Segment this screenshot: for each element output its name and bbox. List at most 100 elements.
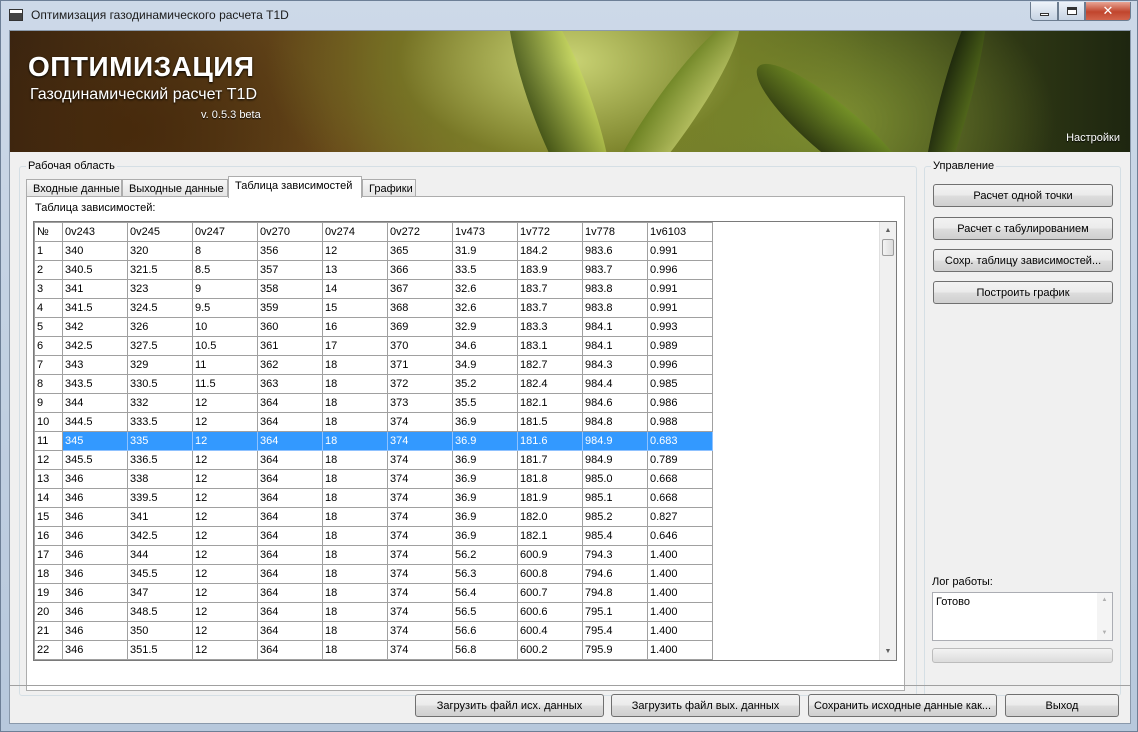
table-cell[interactable]: 0.986 [647, 393, 713, 413]
table-cell[interactable]: 9 [192, 279, 258, 299]
table-cell[interactable]: 983.8 [582, 279, 648, 299]
table-cell[interactable]: 36.9 [452, 412, 518, 432]
table-cell[interactable]: 18 [322, 374, 388, 394]
table-cell[interactable]: 0.683 [647, 431, 713, 451]
table-cell[interactable]: 364 [257, 564, 323, 584]
table-cell[interactable]: 600.8 [517, 564, 583, 584]
exit-button[interactable]: Выход [1005, 694, 1119, 717]
table-cell[interactable]: 12 [192, 602, 258, 622]
table-cell[interactable]: 18 [322, 583, 388, 603]
table-cell[interactable]: 183.1 [517, 336, 583, 356]
table-cell[interactable]: 985.0 [582, 469, 648, 489]
table-cell[interactable]: 0.789 [647, 450, 713, 470]
table-row[interactable]: 12 345.5 336.5 12 364 18 374 36.9 181.7 984.9 0.78… [34, 450, 713, 470]
table-cell[interactable]: 12 [192, 488, 258, 508]
table-cell[interactable]: 338 [127, 469, 193, 489]
row-number-cell[interactable]: 15 [34, 507, 63, 527]
table-cell[interactable]: 8.5 [192, 260, 258, 280]
column-header[interactable]: 0v245 [127, 222, 193, 242]
table-cell[interactable]: 346 [62, 469, 128, 489]
table-cell[interactable]: 56.3 [452, 564, 518, 584]
row-number-cell[interactable]: 8 [34, 374, 63, 394]
table-cell[interactable]: 345.5 [127, 564, 193, 584]
table-cell[interactable]: 983.6 [582, 241, 648, 261]
table-cell[interactable]: 347 [127, 583, 193, 603]
row-number-cell[interactable]: 16 [34, 526, 63, 546]
table-row[interactable]: 3 341 323 9 358 14 367 32.6 183.7 983.8 0.991 [34, 279, 713, 299]
table-cell[interactable]: 1.400 [647, 583, 713, 603]
dependency-grid[interactable]: № 0v243 0v245 0v247 0v270 0v274 0v272 1v473 1v77… [33, 221, 897, 661]
table-cell[interactable]: 374 [387, 450, 453, 470]
load-input-file-button[interactable]: Загрузить файл исх. данных [415, 694, 604, 717]
table-cell[interactable]: 1.400 [647, 640, 713, 660]
vertical-scrollbar[interactable]: ▲ ▼ [879, 222, 896, 660]
table-cell[interactable]: 12 [192, 507, 258, 527]
table-cell[interactable]: 600.4 [517, 621, 583, 641]
table-cell[interactable]: 346 [62, 488, 128, 508]
log-textbox[interactable]: Готово ▲ ▼ [932, 592, 1113, 641]
table-cell[interactable]: 364 [257, 545, 323, 565]
table-cell[interactable]: 374 [387, 545, 453, 565]
table-cell[interactable]: 348.5 [127, 602, 193, 622]
table-cell[interactable]: 0.996 [647, 355, 713, 375]
table-cell[interactable]: 346 [62, 602, 128, 622]
table-cell[interactable]: 795.4 [582, 621, 648, 641]
table-cell[interactable]: 343 [62, 355, 128, 375]
log-scroll-down-icon[interactable]: ▼ [1097, 626, 1112, 640]
table-cell[interactable]: 183.9 [517, 260, 583, 280]
table-cell[interactable]: 346 [62, 545, 128, 565]
table-cell[interactable]: 363 [257, 374, 323, 394]
table-cell[interactable]: 0.985 [647, 374, 713, 394]
save-table-button[interactable]: Сохр. таблицу зависимостей... [933, 249, 1113, 272]
table-cell[interactable]: 372 [387, 374, 453, 394]
table-cell[interactable]: 374 [387, 412, 453, 432]
table-cell[interactable]: 343.5 [62, 374, 128, 394]
column-header-number[interactable]: № [34, 222, 63, 242]
table-cell[interactable]: 12 [192, 583, 258, 603]
table-cell[interactable]: 18 [322, 545, 388, 565]
table-cell[interactable]: 1.400 [647, 545, 713, 565]
table-row[interactable]: 21 346 350 12 364 18 374 56.6 600.4 795.4 1.400 [34, 621, 713, 641]
table-cell[interactable]: 374 [387, 507, 453, 527]
row-number-cell[interactable]: 20 [34, 602, 63, 622]
table-cell[interactable]: 14 [322, 279, 388, 299]
table-cell[interactable]: 374 [387, 564, 453, 584]
table-cell[interactable]: 32.9 [452, 317, 518, 337]
table-cell[interactable]: 1.400 [647, 621, 713, 641]
table-cell[interactable]: 12 [192, 621, 258, 641]
scroll-thumb[interactable] [882, 239, 894, 256]
table-cell[interactable]: 12 [192, 469, 258, 489]
table-cell[interactable]: 0.827 [647, 507, 713, 527]
row-number-cell[interactable]: 10 [34, 412, 63, 432]
table-cell[interactable]: 371 [387, 355, 453, 375]
table-cell[interactable]: 15 [322, 298, 388, 318]
table-cell[interactable]: 364 [257, 621, 323, 641]
table-cell[interactable]: 362 [257, 355, 323, 375]
table-cell[interactable]: 12 [192, 412, 258, 432]
table-cell[interactable]: 364 [257, 412, 323, 432]
table-cell[interactable]: 600.6 [517, 602, 583, 622]
table-cell[interactable]: 359 [257, 298, 323, 318]
table-cell[interactable]: 11 [192, 355, 258, 375]
table-cell[interactable]: 333.5 [127, 412, 193, 432]
table-cell[interactable]: 18 [322, 526, 388, 546]
row-number-cell[interactable]: 7 [34, 355, 63, 375]
table-cell[interactable]: 18 [322, 355, 388, 375]
row-number-cell[interactable]: 18 [34, 564, 63, 584]
row-number-cell[interactable]: 6 [34, 336, 63, 356]
table-cell[interactable]: 344 [62, 393, 128, 413]
table-cell[interactable]: 364 [257, 602, 323, 622]
row-number-cell[interactable]: 14 [34, 488, 63, 508]
table-cell[interactable]: 11.5 [192, 374, 258, 394]
table-cell[interactable]: 984.3 [582, 355, 648, 375]
table-cell[interactable]: 600.7 [517, 583, 583, 603]
table-cell[interactable]: 0.991 [647, 241, 713, 261]
table-cell[interactable]: 36.9 [452, 431, 518, 451]
table-cell[interactable]: 35.2 [452, 374, 518, 394]
table-cell[interactable]: 364 [257, 469, 323, 489]
table-cell[interactable]: 36.9 [452, 488, 518, 508]
table-cell[interactable]: 374 [387, 526, 453, 546]
calc-single-point-button[interactable]: Расчет одной точки [933, 184, 1113, 207]
table-cell[interactable]: 326 [127, 317, 193, 337]
table-cell[interactable]: 18 [322, 431, 388, 451]
